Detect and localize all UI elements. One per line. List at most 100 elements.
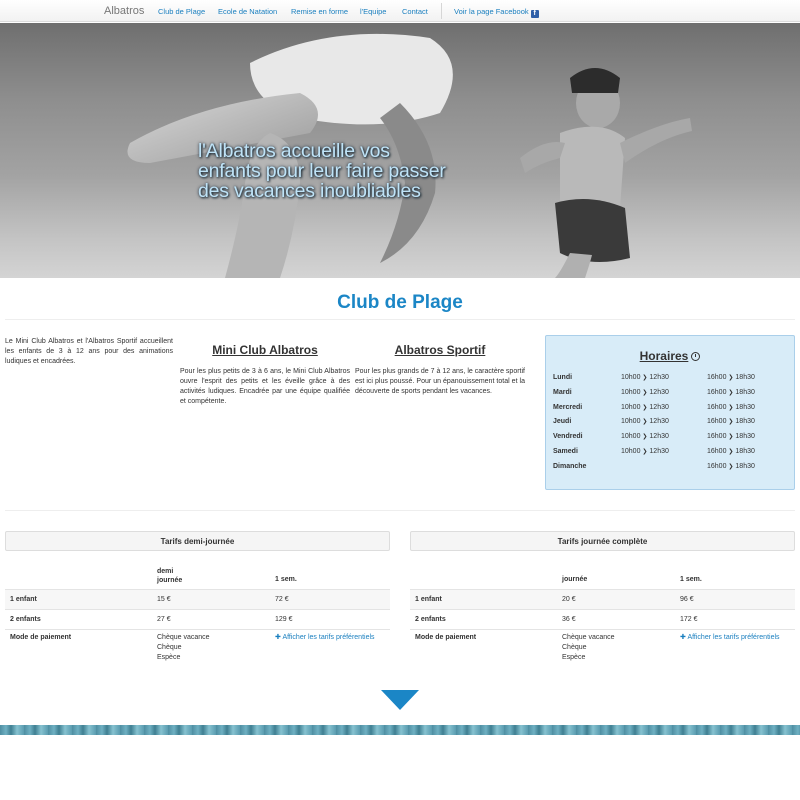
horaires-day: Dimanche [553,462,587,470]
time-end: 12h30 [649,388,669,396]
nav-ecole-de-natation[interactable]: Ecole de Natation [218,7,277,16]
horaires-afternoon: 16h00 ❯ 18h30 [707,418,755,425]
sportif-column: Albatros Sportif Pour les plus grands de… [355,343,525,397]
horaires-row: Mercredi 10h00 ❯ 12h30 16h00 ❯ 18h30 [553,404,793,419]
time-end: 12h30 [649,418,669,426]
chevron-right-icon: ❯ [642,375,648,381]
horaires-morning: 10h00 ❯ 12h30 [621,418,669,425]
payment-method: Chèque vacance [562,634,615,641]
horaires-row: Mardi 10h00 ❯ 12h30 16h00 ❯ 18h30 [553,389,793,404]
time-start: 10h00 [621,374,641,381]
table-row: 1 enfant 15 € 72 € [5,589,390,609]
table-row: 2 enfants 27 € 129 € [5,609,390,629]
plus-icon: ✚ [680,634,686,641]
section-title: Club de Plage [337,292,463,313]
tarif-demi-title: Tarifs demi-journée [5,531,390,551]
horaires-afternoon: 16h00 ❯ 18h30 [707,389,755,396]
cell: 36 € [562,616,576,623]
boy-leg [555,253,592,278]
horaires-day: Mardi [553,388,572,396]
horaires-afternoon: 16h00 ❯ 18h30 [707,448,755,455]
chevron-right-icon: ❯ [642,434,648,441]
chevron-right-icon: ❯ [728,434,734,441]
row-label: Mode de paiement [10,634,72,641]
time-end: 18h30 [735,433,755,441]
horaires-morning: 10h00 ❯ 12h30 [621,404,669,411]
divider [5,319,795,320]
boy-cap [570,68,620,93]
payment-method: Chèque vacance [157,634,210,641]
nav-remise-en-forme[interactable]: Remise en forme [291,7,348,16]
tarifs-preferentiels-link[interactable]: ✚ Afficher les tarifs préférentiels [275,633,375,643]
horaires-day: Vendredi [553,433,583,441]
time-start: 16h00 [707,374,727,381]
nav-facebook-link[interactable]: Voir la page Facebook f [454,7,539,18]
horaires-afternoon: 16h00 ❯ 18h30 [707,404,755,411]
time-start: 10h00 [621,448,641,455]
time-start: 16h00 [707,448,727,455]
time-end: 12h30 [649,448,669,455]
table-header-row: demi journée 1 sem. [5,567,390,587]
horaires-row: Dimanche 16h00 ❯ 18h30 [553,463,793,478]
chevron-right-icon: ❯ [728,419,734,426]
chevron-right-icon: ❯ [642,419,648,426]
horaires-title-text: Horaires [639,349,689,363]
facebook-label: Voir la page Facebook [454,7,529,16]
tarifs-preferentiels-link[interactable]: ✚ Afficher les tarifs préférentiels [680,633,780,643]
time-end: 12h30 [649,374,669,381]
time-end: 18h30 [735,418,755,426]
chevron-right-icon: ❯ [728,389,734,396]
time-start: 16h00 [707,403,727,411]
horaires-row: Vendredi 10h00 ❯ 12h30 16h00 ❯ 18h30 [553,433,793,448]
time-start: 10h00 [621,403,641,411]
cell: 172 € [680,616,698,623]
chevron-right-icon: ❯ [728,404,734,411]
clock-icon [691,352,701,361]
boy-arm-right [620,118,692,163]
time-end: 18h30 [735,388,755,396]
col-demi-2: journée [157,577,183,584]
column-header: demi journée [157,567,182,585]
link-label: Afficher les tarifs préférentiels [282,634,375,641]
mini-club-title: Mini Club Albatros [212,343,318,357]
time-end: 18h30 [735,448,755,455]
water-strip-image [0,725,800,735]
payment-method: Chèque [157,644,182,651]
table-row: 2 enfants 36 € 172 € [410,609,795,629]
chevron-right-icon: ❯ [642,449,648,455]
hero-line-3: des vacances inoubliables [198,180,421,202]
column-header: 1 sem. [680,576,702,583]
facebook-icon: f [530,10,539,18]
horaires-morning: 10h00 ❯ 12h30 [621,374,669,381]
scroll-down-arrow-icon[interactable] [381,690,419,710]
column-header: 1 sem. [275,576,297,583]
tarif-complete-table: Tarifs journée complète journée 1 sem. 1… [410,531,795,661]
time-end: 12h30 [649,433,669,441]
horaires-panel: Horaires Lundi 10h00 ❯ 12h30 16h00 ❯ 18h30… [545,335,795,490]
row-label: 1 enfant [10,596,37,603]
payment-methods: Chèque vacance Chèque Espèce [562,633,615,663]
horaires-morning: 10h00 ❯ 12h30 [621,433,669,440]
time-start: 10h00 [621,418,641,426]
tarif-complete-title: Tarifs journée complète [410,531,795,551]
nav-equipe[interactable]: l'Equipe [360,7,386,16]
time-start: 16h00 [707,388,727,396]
horaires-day: Lundi [553,374,573,381]
cell: 15 € [157,596,171,603]
table-row: 1 enfant 20 € 96 € [410,589,795,609]
nav-contact[interactable]: Contact [402,7,428,16]
row-label: 2 enfants [10,616,41,623]
time-start: 16h00 [707,418,727,426]
table-header-row: journée 1 sem. [410,567,795,587]
cell: 20 € [562,596,576,603]
chevron-right-icon: ❯ [728,375,734,381]
cell: 129 € [275,616,293,623]
payment-methods: Chèque vacance Chèque Espèce [157,633,210,663]
horaires-row: Jeudi 10h00 ❯ 12h30 16h00 ❯ 18h30 [553,418,793,433]
divider [5,510,795,511]
time-end: 18h30 [735,374,755,381]
time-start: 10h00 [621,388,641,396]
nav-club-de-plage[interactable]: Club de Plage [158,7,205,16]
navbar: Albatros Club de Plage Ecole de Natation… [0,0,800,22]
brand-link[interactable]: Albatros [104,5,144,17]
